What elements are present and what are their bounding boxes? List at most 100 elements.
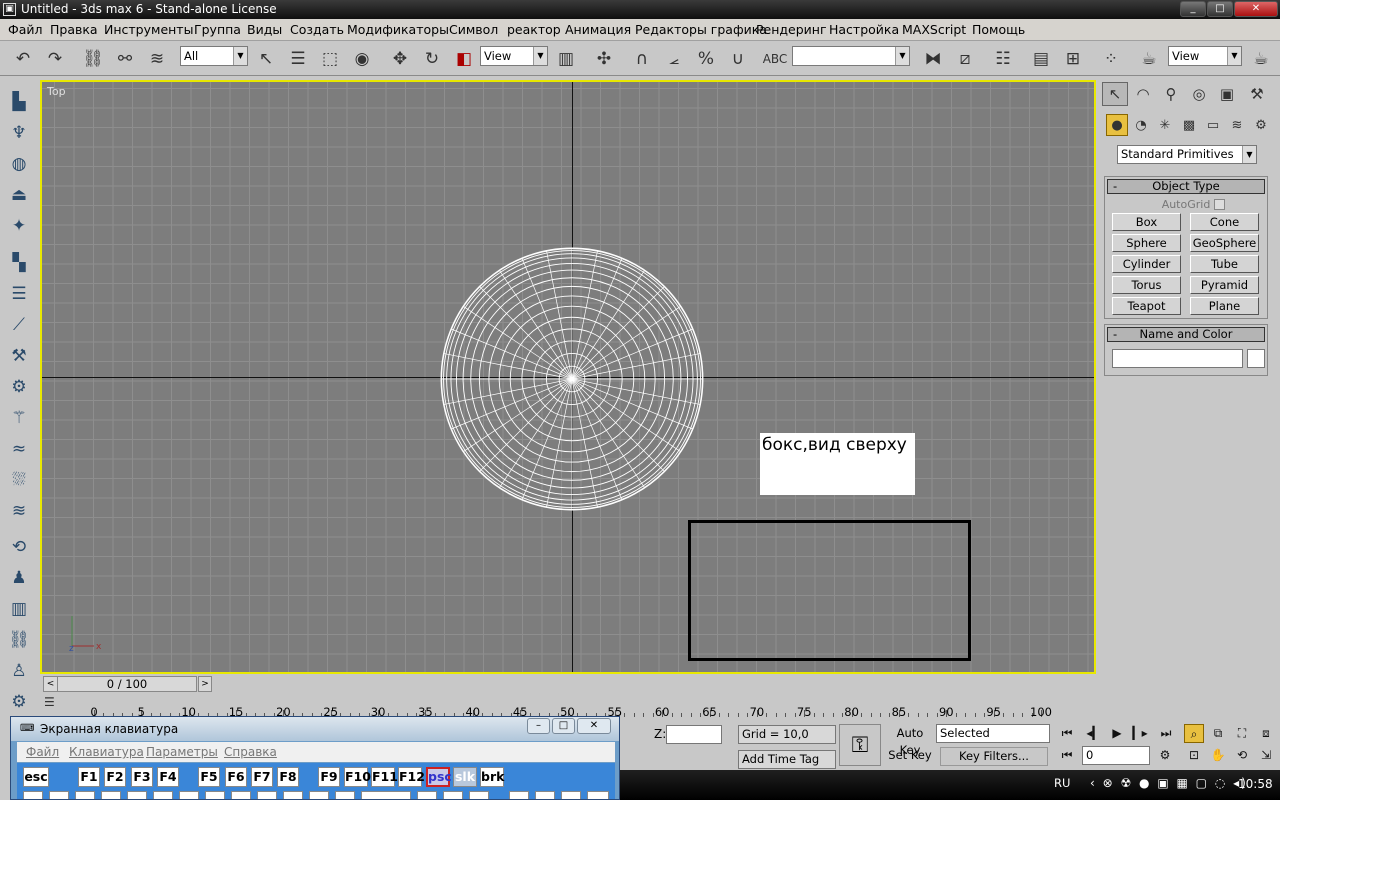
language-indicator[interactable]: RU <box>1054 776 1070 790</box>
key-row2[interactable] <box>127 791 147 799</box>
helpers-icon[interactable]: ▭ <box>1202 114 1224 136</box>
menu-graph-editors[interactable]: Редакторы графика <box>635 22 767 37</box>
key-row2[interactable] <box>283 791 303 799</box>
hierarchy-tab-icon[interactable]: ⚲ <box>1158 82 1184 106</box>
teapot-button[interactable]: Teapot <box>1112 297 1181 315</box>
create-tab-icon[interactable]: ↖ <box>1102 82 1128 106</box>
next-frame-icon[interactable]: ▎▸ <box>1130 724 1150 743</box>
menu-character[interactable]: Символ <box>449 22 498 37</box>
pedestal-icon[interactable]: ⏏ <box>6 182 32 208</box>
autogrid-checkbox[interactable] <box>1214 199 1225 210</box>
key-f2[interactable]: F2 <box>104 767 126 787</box>
category-dropdown[interactable]: Standard Primitives ▼ <box>1117 145 1257 164</box>
key-f12[interactable]: F12 <box>398 767 425 787</box>
track-bar-menu-icon[interactable]: ☰ <box>44 695 55 709</box>
named-selection-dropdown[interactable]: ▼ <box>792 46 910 66</box>
sphere-tool-icon[interactable]: ◍ <box>6 151 32 177</box>
viewport-label[interactable]: Top <box>47 85 66 98</box>
key-row2[interactable] <box>231 791 251 799</box>
layer-manager-icon[interactable]: ☷ <box>990 46 1016 72</box>
clock[interactable]: 10:58 <box>1238 777 1273 791</box>
time-slider[interactable]: < 0 / 100 > <box>43 676 212 692</box>
key-f10[interactable]: F10 <box>344 767 371 787</box>
key-row2[interactable] <box>101 791 121 799</box>
rotate-icon[interactable]: ↻ <box>419 46 445 72</box>
track-bar[interactable]: ☰ 0 5 10 15 20 25 30 35 40 45 50 55 60 65 70 75 80 85 90 95… <box>40 693 1096 719</box>
geometry-icon[interactable]: ● <box>1106 114 1128 136</box>
minimize-button[interactable]: _ <box>1180 1 1206 17</box>
osk-menu-help[interactable]: Справка <box>224 745 277 759</box>
zoom-extents-icon[interactable]: ⛶ <box>1232 724 1252 743</box>
key-f7[interactable]: F7 <box>251 767 273 787</box>
key-row2[interactable] <box>205 791 225 799</box>
sphere-wireframe[interactable] <box>439 246 705 512</box>
quick-render-icon[interactable]: ☕ <box>1248 46 1274 72</box>
move-icon[interactable]: ✥ <box>387 46 413 72</box>
key-row2[interactable] <box>469 791 489 799</box>
osk-menu-file[interactable]: Файл <box>26 745 59 759</box>
tape-icon[interactable]: ⟋ <box>6 312 32 338</box>
sphere-button[interactable]: Sphere <box>1112 234 1181 252</box>
key-f5[interactable]: F5 <box>198 767 220 787</box>
key-row2[interactable] <box>509 791 529 799</box>
spinner-snap-icon[interactable]: ∪ <box>725 46 751 72</box>
rectangular-selection-icon[interactable]: ⬚ <box>317 46 343 72</box>
arc-rotate-icon[interactable]: ⟲ <box>1232 746 1252 765</box>
lights-icon[interactable]: ✳ <box>1154 114 1176 136</box>
ripple-icon[interactable]: ≋ <box>6 498 32 524</box>
geosphere-button[interactable]: GeoSphere <box>1190 234 1259 252</box>
book-icon[interactable]: ▥ <box>6 596 32 622</box>
time-slider-prev-icon[interactable]: < <box>44 677 58 691</box>
maximize-button[interactable]: □ <box>1207 1 1233 17</box>
key-row2[interactable] <box>443 791 463 799</box>
menu-create[interactable]: Создать <box>290 22 344 37</box>
deflector-icon[interactable]: ⛆ <box>6 467 32 493</box>
link-chain-icon[interactable]: ⛓ <box>6 627 32 653</box>
key-f11[interactable]: F11 <box>371 767 398 787</box>
render-scene-icon[interactable]: ☕ <box>1136 46 1162 72</box>
key-mode-icon[interactable]: ⏮ <box>1057 746 1077 765</box>
osk-minimize-button[interactable]: – <box>527 718 550 734</box>
key-f6[interactable]: F6 <box>225 767 247 787</box>
bone-icon[interactable]: ⚚ <box>6 405 32 431</box>
plane-button[interactable]: Plane <box>1190 297 1259 315</box>
window-crossing-icon[interactable]: ◉ <box>349 46 375 72</box>
key-f4[interactable]: F4 <box>157 767 179 787</box>
create-box-icon[interactable]: ▙ <box>6 89 32 115</box>
key-row2[interactable] <box>417 791 437 799</box>
key-selection-dropdown[interactable]: Selected <box>936 724 1050 743</box>
osk-menu-keyboard[interactable]: Клавиатура <box>69 745 144 759</box>
time-slider-next-icon[interactable]: > <box>198 676 212 692</box>
menu-maxscript[interactable]: MAXScript <box>902 22 966 37</box>
add-time-tag-field[interactable]: Add Time Tag <box>738 750 836 769</box>
hammer-icon[interactable]: ⚒ <box>6 343 32 369</box>
key-scroll-lock[interactable]: slk <box>453 767 477 787</box>
cylinder-button[interactable]: Cylinder <box>1112 255 1181 273</box>
angle-snap-icon[interactable]: ⦟ <box>661 46 687 72</box>
key-row2[interactable] <box>257 791 277 799</box>
unlink-icon[interactable]: ⚯ <box>112 46 138 72</box>
snap-toggle-icon[interactable]: ∩ <box>629 46 655 72</box>
top-viewport[interactable]: Top бокс,вид сверху x z <box>40 80 1096 674</box>
osk-menu-settings[interactable]: Параметры <box>146 745 218 759</box>
menu-rendering[interactable]: Рендеринг <box>756 22 827 37</box>
undo-icon[interactable]: ↶ <box>10 46 36 72</box>
previous-frame-icon[interactable]: ◂▎ <box>1084 724 1104 743</box>
link-icon[interactable]: ⛓ <box>80 46 106 72</box>
menu-help[interactable]: Помощь <box>972 22 1025 37</box>
scale-icon[interactable]: ◧ <box>451 46 477 72</box>
set-key-button[interactable]: Set Key <box>885 747 935 766</box>
go-to-start-icon[interactable]: ⏮ <box>1057 724 1077 743</box>
pivot-center-icon[interactable]: ▥ <box>553 46 579 72</box>
menu-modifiers[interactable]: Модификаторы <box>347 22 449 37</box>
shapes-icon[interactable]: ◔ <box>1130 114 1152 136</box>
go-to-end-icon[interactable]: ⏭ <box>1156 724 1176 743</box>
time-config-icon[interactable]: ⚙ <box>1155 746 1175 765</box>
systems-icon[interactable]: ⚙ <box>1250 114 1272 136</box>
key-f1[interactable]: F1 <box>78 767 100 787</box>
box-button[interactable]: Box <box>1112 213 1181 231</box>
object-type-header[interactable]: - Object Type <box>1107 179 1265 194</box>
material-editor-icon[interactable]: ⁘ <box>1098 46 1124 72</box>
z-coordinate-input[interactable] <box>666 725 722 744</box>
bind-space-warp-icon[interactable]: ≋ <box>144 46 170 72</box>
